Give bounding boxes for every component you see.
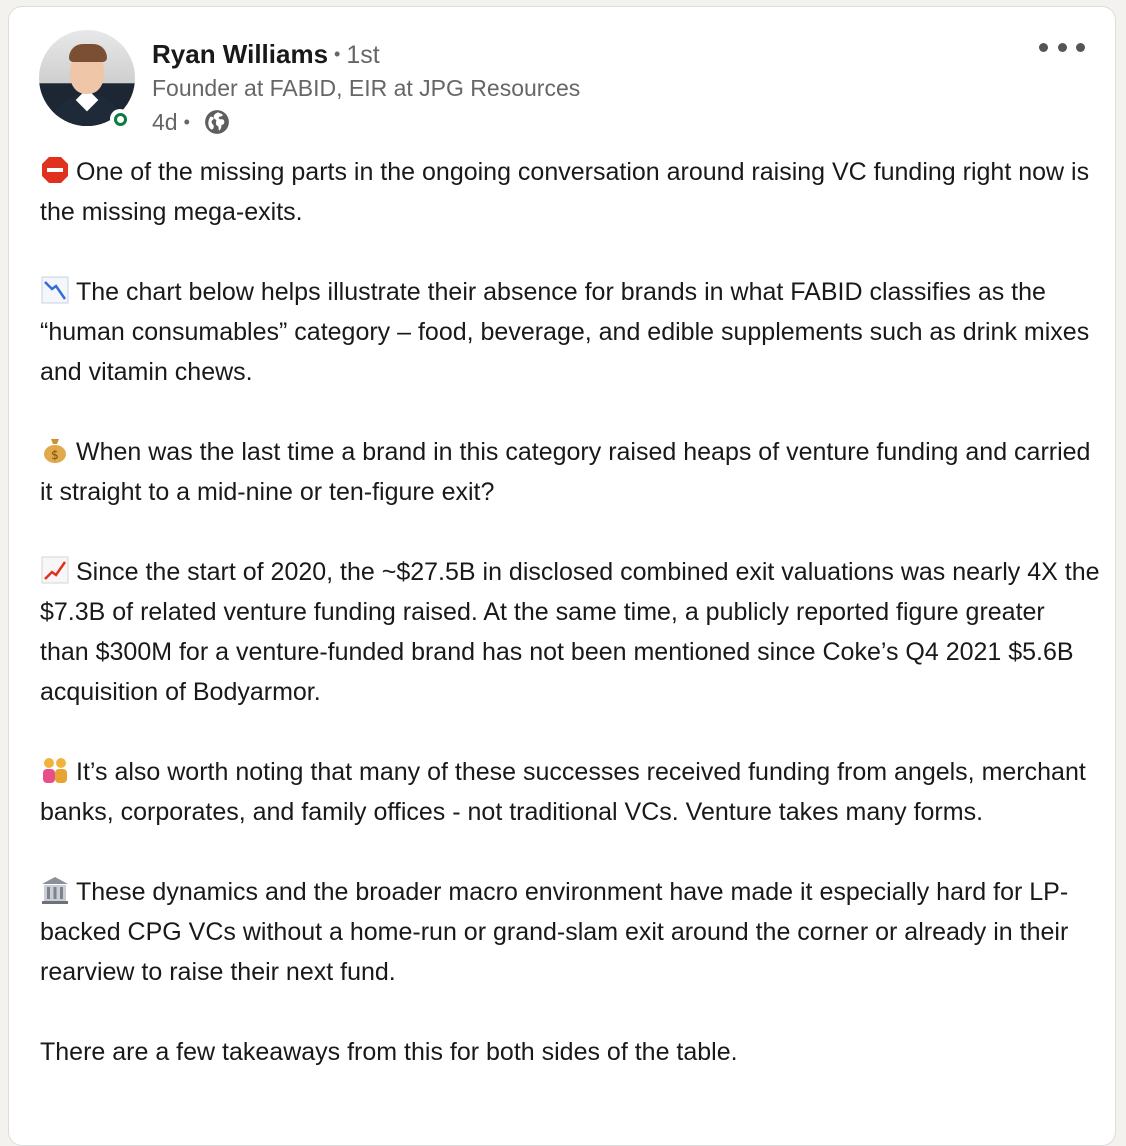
chart-increasing-emoji [41, 556, 69, 584]
post-card: Ryan Williams • 1st Founder at FABID, EIR … [8, 6, 1116, 1146]
online-status-icon [110, 109, 130, 129]
svg-text:$: $ [51, 448, 59, 462]
author-avatar[interactable] [39, 30, 137, 129]
bank-emoji [42, 877, 68, 904]
post-time: 4d [152, 109, 178, 135]
separator-dot: • [334, 44, 341, 64]
post-paragraph: The chart below helps illustrate their a… [40, 272, 1100, 392]
post-body: One of the missing parts in the ongoing … [40, 152, 1100, 1112]
post-paragraph: $ When was the last time a brand in this… [40, 432, 1100, 512]
author-headline: Founder at FABID, EIR at JPG Resources [152, 75, 581, 101]
author-name-row: Ryan Williams • 1st [152, 38, 380, 71]
post-paragraph: Since the start of 2020, the ~$27.5B in … [40, 552, 1100, 712]
stop-sign-emoji [42, 157, 68, 183]
post-paragraph: It’s also worth noting that many of thes… [40, 752, 1100, 832]
post-paragraph: There are a few takeaways from this for … [40, 1038, 738, 1066]
post-paragraph: One of the missing parts in the ongoing … [40, 152, 1100, 232]
connection-degree: 1st [346, 41, 380, 69]
post-paragraph: These dynamics and the broader macro env… [40, 872, 1100, 992]
more-options-icon[interactable] [1039, 35, 1085, 59]
people-emoji [43, 758, 67, 783]
globe-icon[interactable] [204, 109, 230, 135]
separator-dot: • [183, 112, 190, 132]
chart-decreasing-emoji [41, 276, 69, 304]
author-name[interactable]: Ryan Williams [152, 39, 328, 69]
post-meta: 4d • [152, 107, 230, 137]
money-bag-emoji: $ [44, 439, 66, 463]
